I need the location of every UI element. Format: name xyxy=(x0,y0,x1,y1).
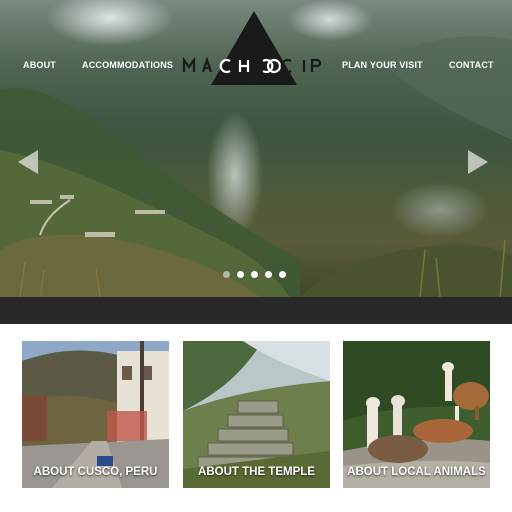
site-logo[interactable] xyxy=(180,8,328,88)
nav-accommodations[interactable]: ACCOMMODATIONS xyxy=(82,60,173,70)
slider-dot[interactable] xyxy=(251,271,258,278)
slider-dot-active[interactable] xyxy=(237,271,244,278)
hero-slider: ABOUT ACCOMMODATIONS PLAN YOUR VISIT CON… xyxy=(0,0,512,297)
nav-contact[interactable]: CONTACT xyxy=(449,60,494,70)
card-about-local-animals[interactable]: ABOUT LOCAL ANIMALS xyxy=(343,341,490,488)
dark-divider-band xyxy=(0,297,512,324)
nav-about[interactable]: ABOUT xyxy=(23,60,56,70)
card-label: ABOUT THE TEMPLE xyxy=(198,466,315,478)
slider-dot[interactable] xyxy=(279,271,286,278)
slider-next-button[interactable] xyxy=(468,150,488,174)
logo-triangle-icon xyxy=(182,11,322,85)
card-label: ABOUT LOCAL ANIMALS xyxy=(347,466,486,478)
slider-dot[interactable] xyxy=(265,271,272,278)
card-label: ABOUT CUSCO, PERU xyxy=(33,466,158,478)
card-about-cusco[interactable]: ABOUT CUSCO, PERU xyxy=(22,341,169,488)
slider-pagination xyxy=(223,271,286,278)
slider-dot[interactable] xyxy=(223,271,230,278)
slider-prev-button[interactable] xyxy=(18,150,38,174)
card-about-temple[interactable]: ABOUT THE TEMPLE xyxy=(183,341,330,488)
nav-plan-your-visit[interactable]: PLAN YOUR VISIT xyxy=(342,60,423,70)
